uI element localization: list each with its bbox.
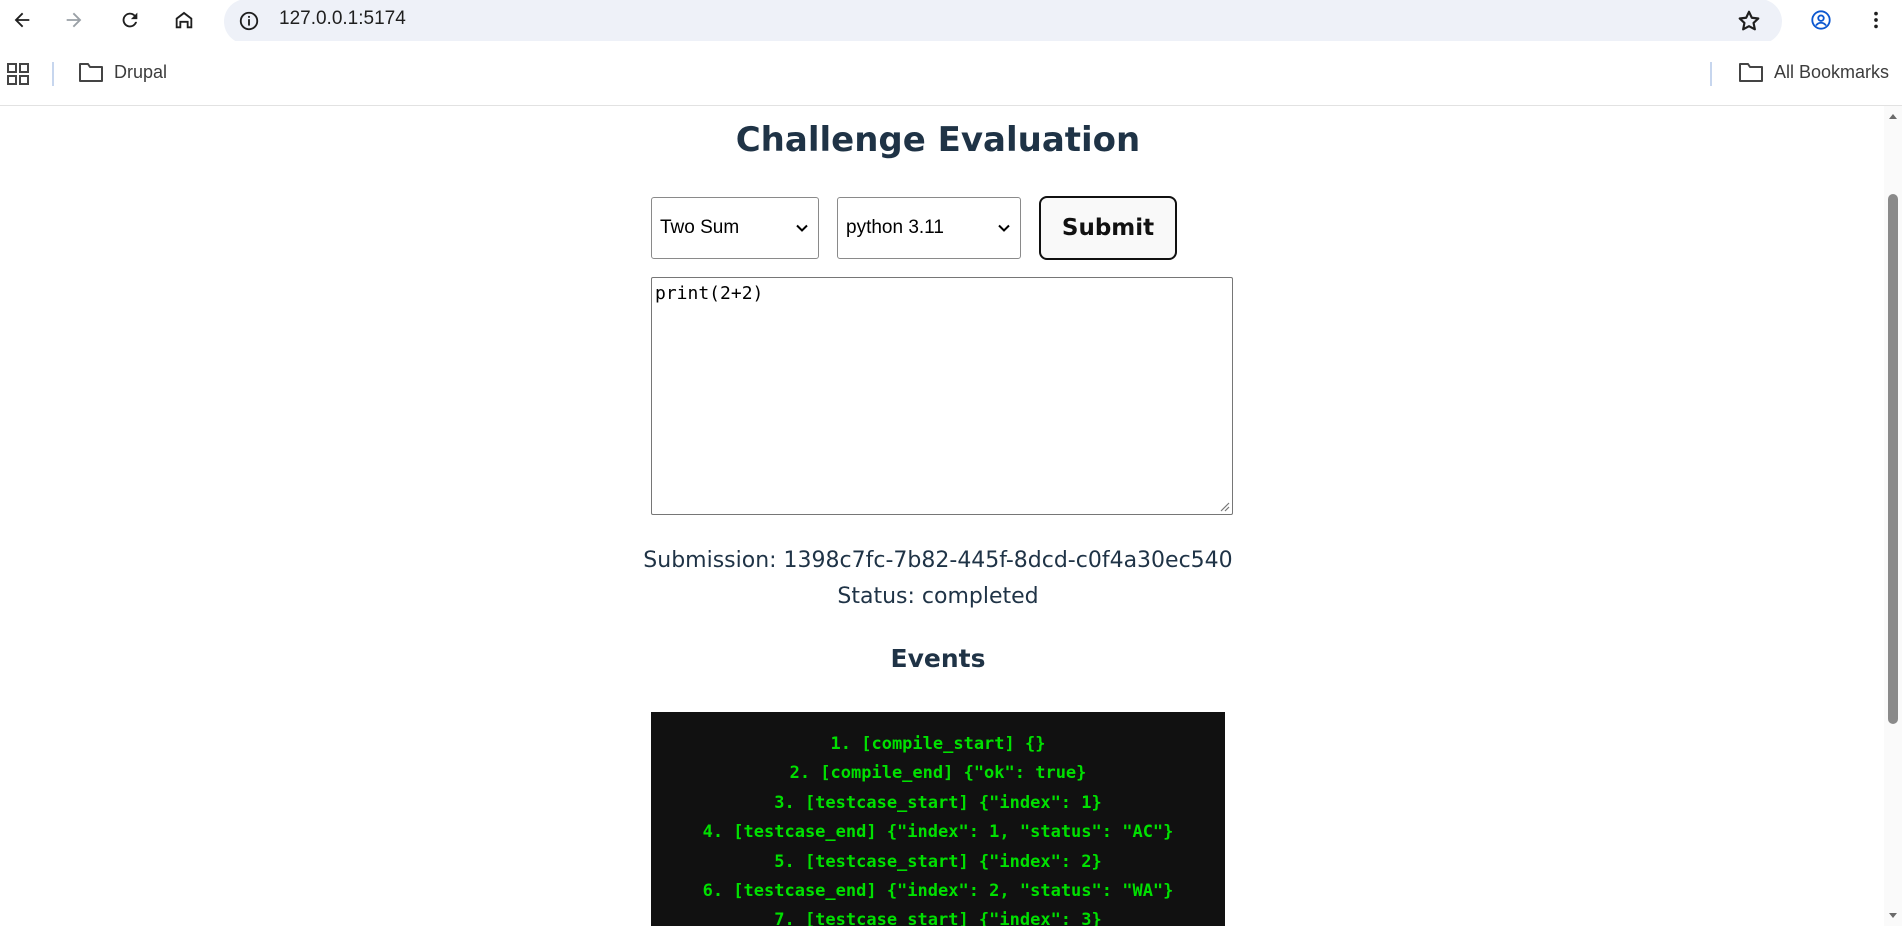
reload-icon [122,12,138,28]
language-select-value: python 3.11 [846,217,944,238]
reload-button[interactable] [114,4,146,36]
apps-grid-icon[interactable] [6,62,30,86]
scroll-down-icon[interactable] [1888,912,1898,920]
events-heading: Events [890,644,986,673]
bookmark-drupal[interactable]: Drupal [78,61,167,83]
chevron-down-icon [998,224,1010,232]
back-arrow-icon [14,12,30,28]
home-button[interactable] [168,4,200,36]
all-bookmarks[interactable]: All Bookmarks [1738,61,1889,83]
home-icon [175,11,193,29]
submission-controls: Two Sum python 3.11 Submit [651,196,1177,260]
scroll-up-icon[interactable] [1888,112,1898,120]
kebab-menu-icon [1874,11,1878,29]
page-scrollbar[interactable] [1884,106,1902,926]
page-viewport: Challenge Evaluation Two Sum python 3.11… [0,106,1902,926]
resize-grip-icon[interactable] [1218,500,1230,512]
event-line: 4. [testcase_end] {"index": 1, "status":… [702,822,1174,843]
event-line: 1. [compile_start] {} [830,734,1046,754]
event-line: 6. [testcase_end] {"index": 2, "status":… [702,881,1174,902]
language-select[interactable]: python 3.11 [837,197,1021,259]
scrollbar-thumb[interactable] [1888,194,1898,724]
profile-avatar-icon [1811,10,1831,30]
submit-button[interactable]: Submit [1039,196,1177,260]
event-line: 3. [testcase_start] {"index": 1} [774,792,1102,813]
bookmark-label: Drupal [114,61,168,82]
bookmarks-bar: Drupal All Bookmarks [0,41,1902,106]
submission-status: Status: completed [837,584,1039,609]
bookmarks-separator [1710,62,1712,86]
events-log: 1. [compile_start] {} 2. [compile_end] {… [651,712,1225,926]
page-title: Challenge Evaluation [735,120,1141,160]
event-line: 5. [testcase_start] {"index": 2} [774,851,1102,872]
forward-arrow-icon [66,12,82,28]
site-info-icon[interactable] [236,8,262,34]
profile-button[interactable] [1805,4,1837,36]
code-editor[interactable]: print(2+2) [651,277,1233,515]
browser-menu-button[interactable] [1860,4,1892,36]
submission-id: Submission: 1398c7fc-7b82-445f-8dcd-c0f4… [643,548,1233,573]
event-line: 2. [compile_end] {"ok": true} [789,763,1087,784]
chevron-down-icon [796,224,808,232]
bookmark-star-icon[interactable] [1736,8,1762,34]
address-bar[interactable]: 127.0.0.1:5174 [224,0,1782,44]
problem-select[interactable]: Two Sum [651,197,819,259]
all-bookmarks-label: All Bookmarks [1774,61,1890,82]
browser-toolbar: 127.0.0.1:5174 [0,0,1902,44]
event-line: 7. [testcase_start] {"index": 3} [774,910,1102,926]
folder-icon [79,63,103,82]
code-text[interactable]: print(2+2) [655,283,763,304]
back-button[interactable] [6,4,38,36]
problem-select-value: Two Sum [660,217,740,238]
folder-icon [1739,63,1763,82]
forward-button[interactable] [58,4,90,36]
bookmarks-separator [52,62,54,86]
url-text[interactable]: 127.0.0.1:5174 [279,8,406,30]
